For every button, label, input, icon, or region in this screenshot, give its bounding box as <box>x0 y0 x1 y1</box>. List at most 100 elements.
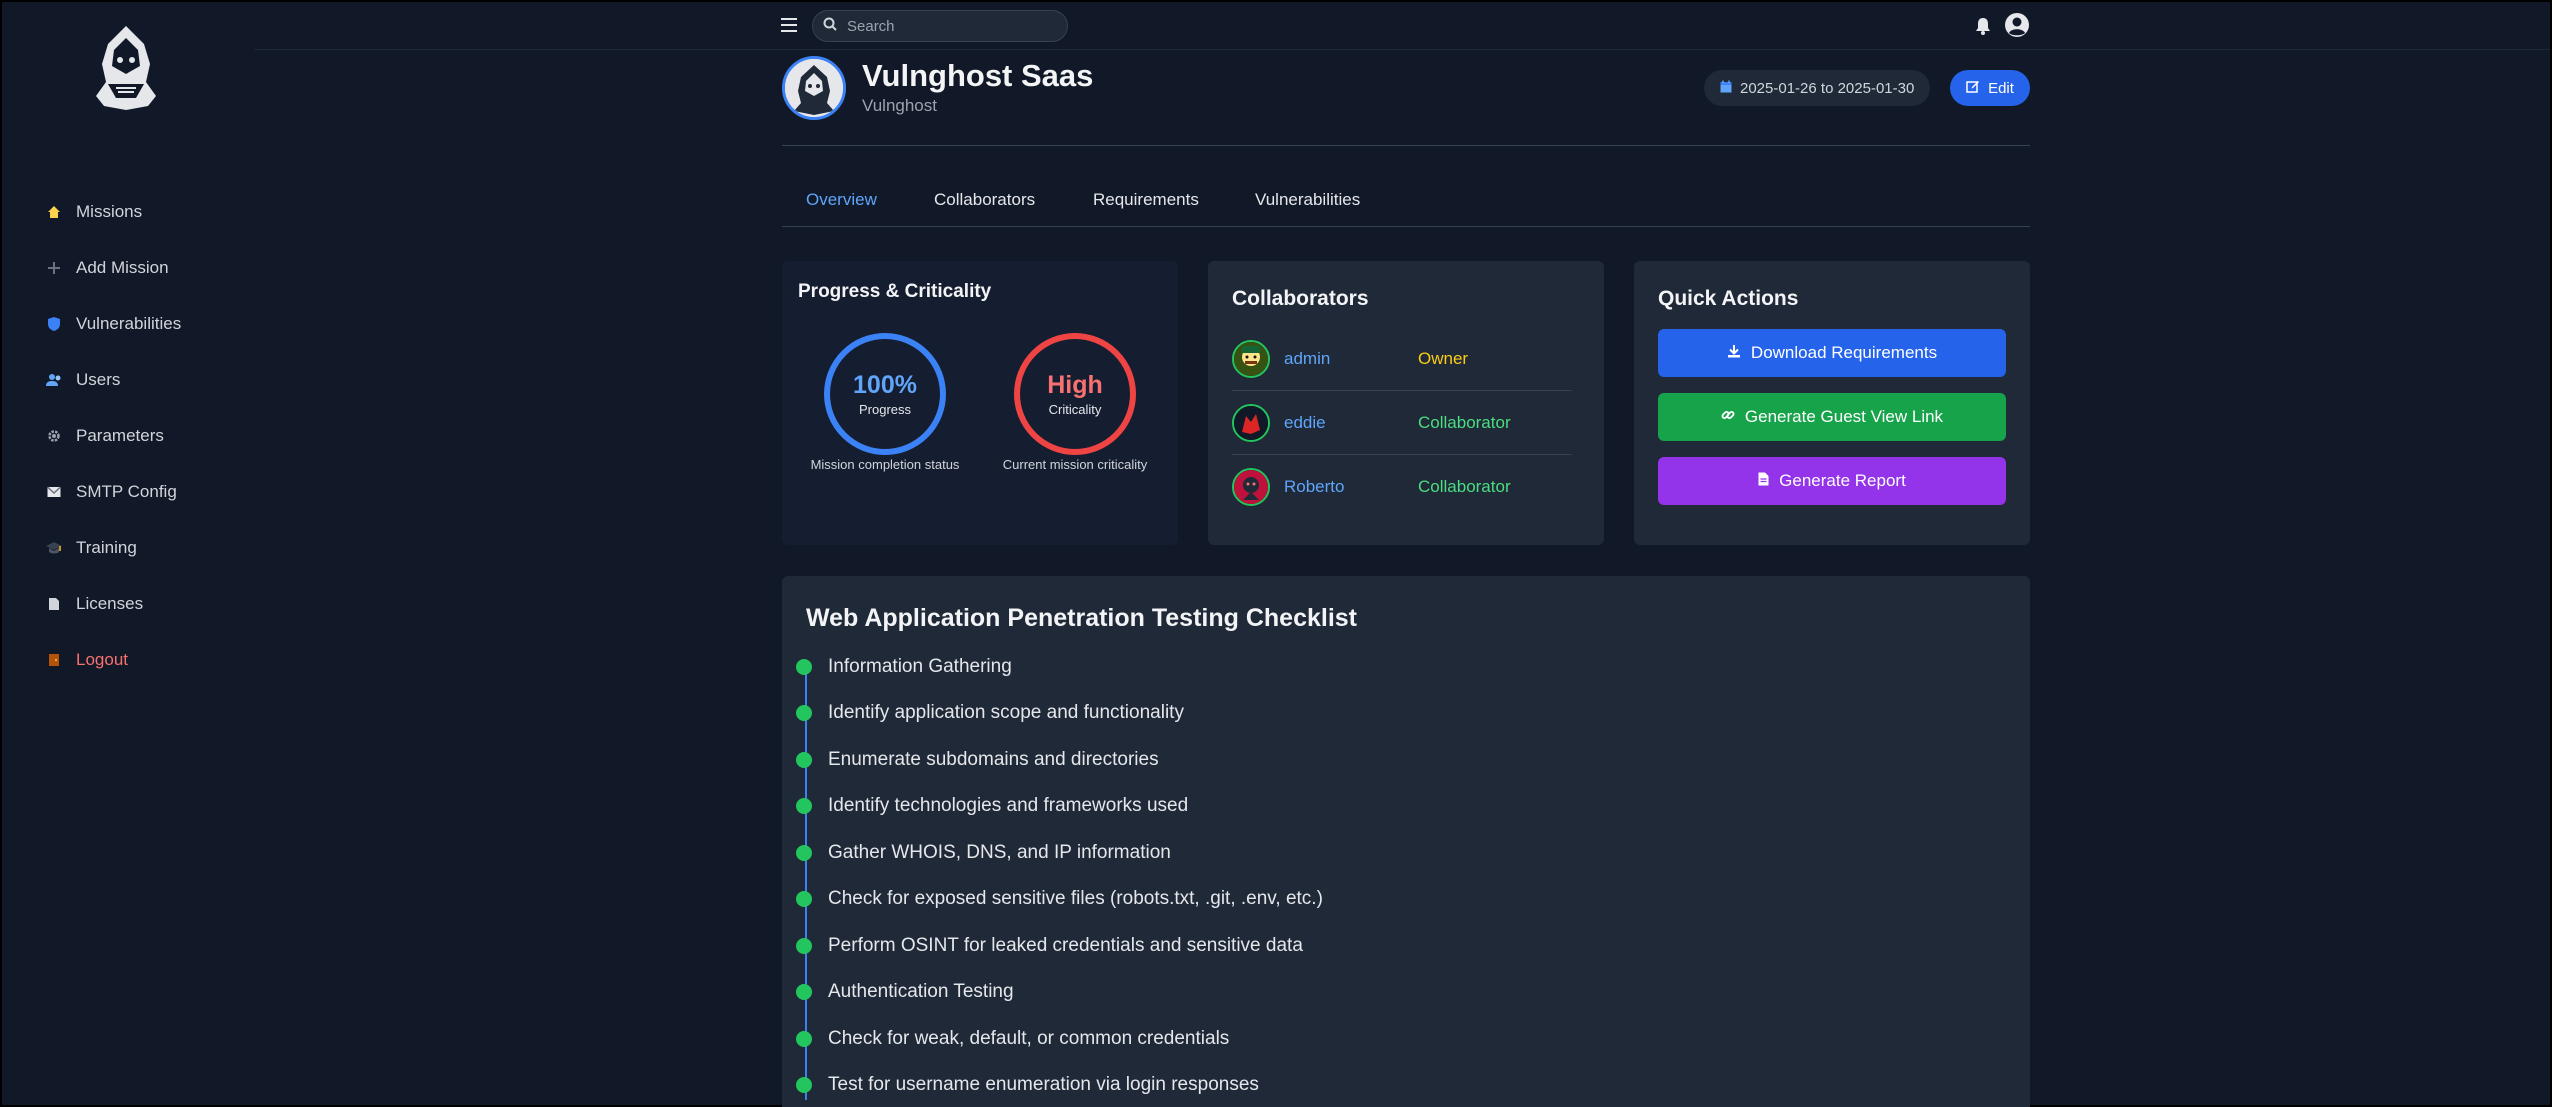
checklist-item-text: Identify technologies and frameworks use… <box>828 795 1189 816</box>
menu-icon[interactable] <box>781 18 797 32</box>
avatar <box>1232 468 1270 506</box>
checklist-item[interactable]: Authentication Testing <box>796 981 1014 1002</box>
criticality-ring: High Criticality <box>1014 333 1136 455</box>
sidebar-item-label: Users <box>76 370 121 389</box>
status-dot <box>796 984 812 1000</box>
card-title: Progress & Criticality <box>798 281 992 302</box>
avatar <box>1232 339 1270 378</box>
calendar-icon <box>1720 80 1732 96</box>
generate-guest-link-label: Generate Guest View Link <box>1744 407 1944 426</box>
checklist-item[interactable]: Gather WHOIS, DNS, and IP information <box>796 842 1171 863</box>
page-title: Vulnghost Saas <box>862 58 1094 93</box>
sidebar-item-vulnerabilities[interactable]: Vulnerabilities <box>2 296 254 352</box>
link-icon <box>1721 408 1735 426</box>
plus-icon <box>46 260 62 276</box>
file-icon <box>1758 472 1769 490</box>
collaborators-card: Collaborators admin Owner eddie Collabor… <box>1208 261 1604 545</box>
generate-guest-link-button[interactable]: Generate Guest View Link <box>1658 393 2006 441</box>
sidebar-item-label: SMTP Config <box>76 482 177 501</box>
date-range-badge: 2025-01-26 to 2025-01-30 <box>1704 70 1931 106</box>
tab-requirements[interactable]: Requirements <box>1093 190 1199 210</box>
criticality-value: High <box>1047 371 1103 399</box>
avatar <box>1232 403 1270 442</box>
sidebar-item-add-mission[interactable]: Add Mission <box>2 240 254 296</box>
collaborator-row[interactable]: Roberto Collaborator <box>1232 455 1572 519</box>
sidebar-item-training[interactable]: Training <box>2 520 254 576</box>
sidebar-nav: Missions Add Mission Vulnerabilities Use… <box>2 184 254 688</box>
tab-vulnerabilities[interactable]: Vulnerabilities <box>1255 190 1360 210</box>
checklist-item-text: Identify application scope and functiona… <box>828 702 1184 723</box>
checklist-item[interactable]: Perform OSINT for leaked credentials and… <box>796 935 1303 956</box>
progress-caption: Mission completion status <box>810 457 960 472</box>
checklist-item[interactable]: Enumerate subdomains and directories <box>796 749 1159 770</box>
checklist-item-text: Test for username enumeration via login … <box>828 1074 1259 1095</box>
collaborator-role: Collaborator <box>1418 412 1511 432</box>
edit-button-label: Edit <box>1988 79 2014 97</box>
status-dot <box>796 659 812 675</box>
collaborator-row[interactable]: admin Owner <box>1232 327 1572 391</box>
overview-cards: Progress & Criticality 100% Progress Mis… <box>782 261 2030 545</box>
download-requirements-label: Download Requirements <box>1750 343 1938 362</box>
checklist-item[interactable]: Check for exposed sensitive files (robot… <box>796 888 1323 909</box>
user-account-icon[interactable] <box>2004 12 2030 38</box>
checklist-item-text: Check for weak, default, or common crede… <box>828 1028 1230 1049</box>
checklist-item[interactable]: Identify application scope and functiona… <box>796 702 1184 723</box>
sidebar-item-logout[interactable]: Logout <box>2 632 254 688</box>
sidebar-item-licenses[interactable]: Licenses <box>2 576 254 632</box>
checklist-item-text: Enumerate subdomains and directories <box>828 749 1159 770</box>
collaborator-name[interactable]: eddie <box>1284 413 1326 433</box>
status-dot <box>796 1077 812 1093</box>
notification-bell-icon[interactable] <box>1974 16 1992 36</box>
criticality-caption: Current mission criticality <box>1002 457 1148 472</box>
collaborator-role: Owner <box>1418 348 1469 368</box>
checklist-item[interactable]: Check for weak, default, or common crede… <box>796 1028 1230 1049</box>
progress-label: Progress <box>858 402 912 417</box>
search-box[interactable] <box>812 10 1068 42</box>
graduation-cap-icon <box>46 540 62 556</box>
edit-icon <box>1966 79 1980 97</box>
status-dot <box>796 1031 812 1047</box>
download-requirements-button[interactable]: Download Requirements <box>1658 329 2006 377</box>
sidebar-item-label: Training <box>76 538 137 557</box>
mission-avatar <box>782 56 846 120</box>
tab-bar: Overview Collaborators Requirements Vuln… <box>782 146 2030 227</box>
app-logo[interactable] <box>86 22 166 112</box>
checklist-title: Web Application Penetration Testing Chec… <box>806 604 1358 632</box>
progress-criticality-card: Progress & Criticality 100% Progress Mis… <box>782 261 1178 545</box>
generate-report-label: Generate Report <box>1779 471 1906 490</box>
sidebar-item-users[interactable]: Users <box>2 352 254 408</box>
door-icon <box>46 652 62 668</box>
download-icon <box>1727 344 1741 362</box>
tab-overview[interactable]: Overview <box>806 190 877 210</box>
checklist-item[interactable]: Test for username enumeration via login … <box>796 1074 1259 1095</box>
mission-header: Vulnghost Saas Vulnghost 2025-01-26 to 2… <box>782 50 2030 146</box>
sidebar-item-parameters[interactable]: Parameters <box>2 408 254 464</box>
progress-ring: 100% Progress <box>824 333 946 455</box>
generate-report-button[interactable]: Generate Report <box>1658 457 2006 505</box>
status-dot <box>796 891 812 907</box>
criticality-label: Criticality <box>1048 402 1102 417</box>
tab-collaborators[interactable]: Collaborators <box>934 190 1035 210</box>
users-icon <box>46 372 62 388</box>
gear-icon <box>46 428 62 444</box>
quick-actions-card: Quick Actions Download Requirements Gene… <box>1634 261 2030 545</box>
page-subtitle: Vulnghost <box>862 96 937 115</box>
edit-button[interactable]: Edit <box>1950 70 2030 106</box>
checklist-item[interactable]: Identify technologies and frameworks use… <box>796 795 1189 816</box>
sidebar-item-label: Licenses <box>76 594 144 613</box>
collaborator-name[interactable]: admin <box>1284 349 1330 369</box>
collaborator-row[interactable]: eddie Collaborator <box>1232 391 1572 455</box>
home-icon <box>46 204 62 220</box>
status-dot <box>796 845 812 861</box>
sidebar-item-label: Add Mission <box>76 258 169 277</box>
search-input[interactable] <box>847 17 1047 35</box>
collaborator-name[interactable]: Roberto <box>1284 477 1344 497</box>
sidebar-item-label: Parameters <box>76 426 164 445</box>
sidebar-item-missions[interactable]: Missions <box>2 184 254 240</box>
mail-icon <box>46 484 62 500</box>
shield-icon <box>46 316 62 332</box>
checklist-item-text: Information Gathering <box>828 656 1012 677</box>
checklist-item-text: Authentication Testing <box>828 981 1014 1002</box>
sidebar-item-smtp-config[interactable]: SMTP Config <box>2 464 254 520</box>
checklist-item[interactable]: Information Gathering <box>796 656 1012 677</box>
